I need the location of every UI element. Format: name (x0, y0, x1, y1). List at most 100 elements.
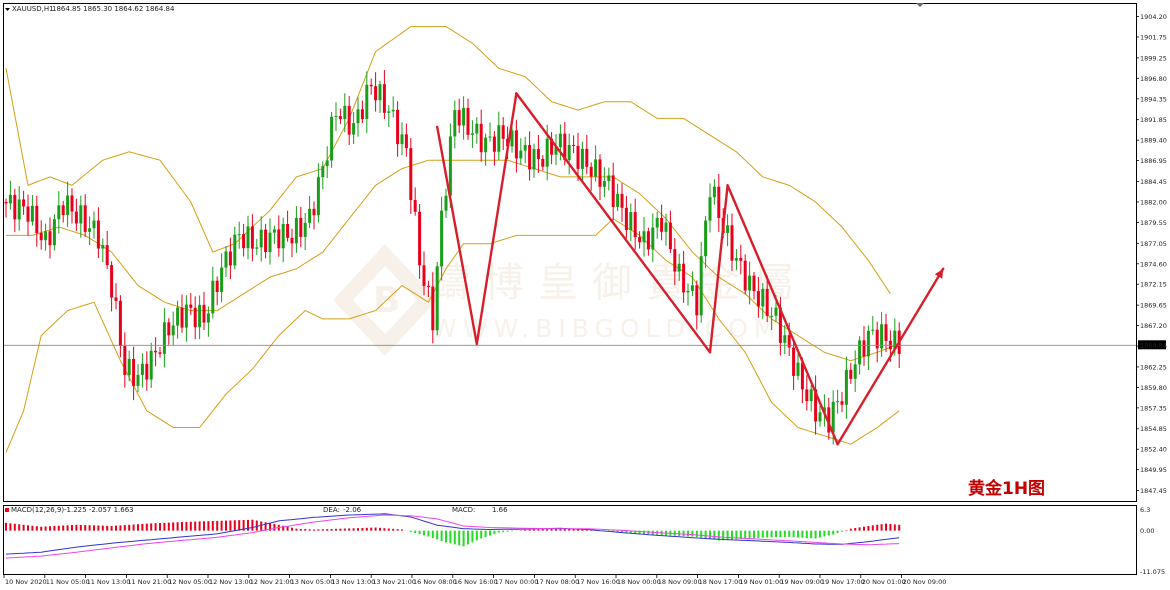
candle-body (422, 265, 426, 286)
candle-body (418, 211, 422, 266)
candle-body (638, 237, 642, 243)
candle-body (642, 231, 646, 243)
price-tick-label: 1867.20 (1140, 322, 1167, 330)
candle-body (290, 237, 294, 244)
current-price-marker: 1864.84 (1138, 340, 1167, 350)
candle-body (664, 222, 668, 232)
price-tick-label: 1889.40 (1140, 137, 1167, 145)
candle-body (88, 228, 92, 232)
candle-body (26, 206, 30, 222)
price-tick-label: 1869.65 (1140, 302, 1167, 310)
candle-body (382, 84, 386, 113)
candle-body (633, 212, 637, 238)
price-tick-label: 1899.25 (1140, 54, 1167, 62)
candle-body (233, 234, 237, 266)
candle-body (277, 229, 281, 249)
candle-body (154, 350, 158, 353)
candle-body (607, 175, 611, 182)
candle-body (352, 123, 356, 135)
candle-body (457, 110, 461, 126)
candle-body (673, 249, 677, 272)
candle-body (224, 251, 228, 268)
time-tick-label: 18 Nov 09:00 (658, 578, 702, 586)
time-tick-label: 11 Nov 21:00 (127, 578, 171, 586)
candle-body (726, 225, 730, 233)
candle-body (378, 84, 382, 101)
candle-body (83, 205, 87, 232)
candle-body (589, 166, 593, 177)
candle-body (268, 232, 272, 253)
candle-body (492, 136, 496, 152)
candle-body (338, 116, 342, 120)
candle-body (699, 256, 703, 316)
candle-body (545, 138, 549, 167)
time-tick-label: 18 Nov 17:00 (699, 578, 743, 586)
candle-body (616, 193, 620, 207)
candle-body (576, 145, 580, 169)
price-tick-label: 1852.40 (1140, 446, 1167, 454)
candle-body (17, 199, 21, 220)
candle-body (149, 350, 153, 380)
watermark-url: WWW.BIBGOLD.COM (432, 314, 781, 343)
candle-body (48, 231, 52, 246)
candle-body (818, 412, 822, 422)
time-tick-label: 11 Nov 05:00 (46, 578, 90, 586)
candle-body (761, 288, 765, 307)
candle-body (132, 358, 136, 386)
candle-body (739, 257, 743, 261)
candle-body (22, 199, 26, 207)
candle-body (594, 159, 598, 177)
candle-body (259, 229, 263, 248)
candle-body (110, 265, 114, 298)
candle-body (409, 148, 413, 201)
candle-body (809, 389, 813, 402)
price-tick-label: 1874.60 (1140, 260, 1167, 268)
candle-body (114, 297, 118, 301)
price-tick-label: 1891.85 (1140, 116, 1167, 124)
candle-body (660, 217, 664, 232)
candle-body (602, 181, 606, 187)
candle-body (30, 205, 34, 222)
candle-body (8, 194, 12, 204)
symbol-label: XAUUSD,H1 (12, 5, 54, 13)
candle-body (193, 307, 197, 328)
candle-body (488, 136, 492, 138)
candle-body (145, 363, 149, 380)
candle-body (651, 227, 655, 250)
candle-body (611, 175, 615, 207)
candle-body (61, 205, 65, 216)
candle-body (646, 231, 650, 250)
candle-body (96, 220, 100, 249)
candle-body (413, 200, 417, 212)
ohlc-values: 1864.85 1865.30 1864.62 1864.84 (52, 5, 175, 13)
candle-body (880, 324, 884, 349)
macd-legend-swatch (5, 508, 9, 512)
candle-body (387, 111, 391, 113)
price-tick-label: 1859.80 (1140, 384, 1167, 392)
price-tick-label: 1854.85 (1140, 425, 1167, 433)
candle-body (198, 304, 202, 328)
time-tick-label: 10 Nov 2020 (5, 578, 47, 586)
time-tick-label: 17 Nov 08:00 (535, 578, 579, 586)
current-price-label: 1864.84 (1140, 342, 1167, 350)
time-tick-label: 20 Nov 01:00 (862, 578, 906, 586)
candle-body (4, 201, 8, 204)
candle-body (558, 133, 562, 148)
macd-tick-bottom: -11.075 (1140, 568, 1165, 576)
candle-body (792, 347, 796, 376)
chart-annotation-title: 黄金1H图 (968, 478, 1045, 499)
candle-body (101, 245, 105, 249)
candle-body (730, 225, 734, 261)
price-chart[interactable]: B 鑄博皇御貴金屬 WWW.BIBGOLD.COM 1904.201901.75… (0, 0, 1170, 590)
price-tick-label: 1904.20 (1140, 13, 1167, 21)
candle-body (479, 123, 483, 153)
candle-body (180, 307, 184, 328)
candle-body (189, 304, 193, 308)
candle-body (308, 208, 312, 223)
candle-body (444, 195, 448, 211)
candle-body (294, 217, 298, 244)
candle-body (440, 210, 444, 267)
candle-body (286, 224, 290, 238)
candle-body (74, 211, 78, 224)
price-tick-label: 1884.45 (1140, 178, 1167, 186)
